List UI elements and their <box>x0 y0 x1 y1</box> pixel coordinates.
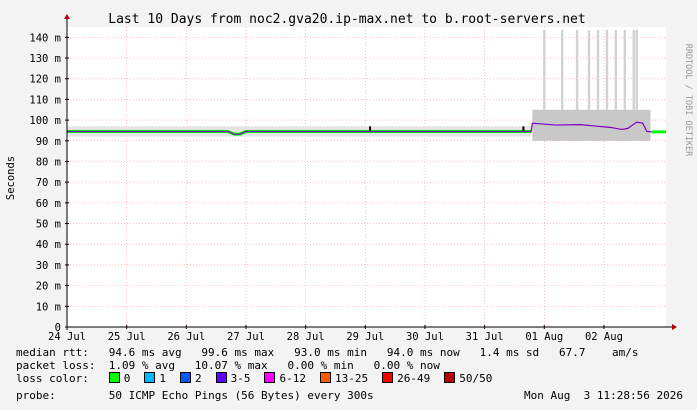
smoke-spike <box>560 30 564 110</box>
loss-color-item: 6-12 <box>264 372 306 385</box>
x-tick-label: 01 Aug <box>525 331 563 343</box>
x-tick-label: 02 Aug <box>585 331 623 343</box>
loss-color-label: loss color: <box>16 372 89 385</box>
chart-title: Last 10 Days from noc2.gva20.ip-max.net … <box>108 12 585 27</box>
loss-color-item-label: 0 <box>123 372 131 385</box>
x-tick-label: 29 Jul <box>346 331 384 343</box>
loss-color-item: 26-49 <box>382 372 430 385</box>
loss-color-item-label: 26-49 <box>397 372 431 385</box>
x-tick-label: 27 Jul <box>227 331 265 343</box>
loss-color-swatch <box>444 372 456 383</box>
loss-color-swatch <box>108 372 120 383</box>
loss-color-item: 2 <box>179 372 202 385</box>
y-tick-label: 50 m <box>36 219 61 231</box>
x-tick-label: 25 Jul <box>108 331 146 343</box>
loss-color-item-label: 13-25 <box>334 372 369 385</box>
probe-label: probe: <box>16 389 56 402</box>
loss-color-swatch <box>179 372 191 383</box>
loss-color-item-label: 1 <box>159 372 166 385</box>
y-tick-label: 10 m <box>36 301 61 313</box>
y-tick-label: 120 m <box>29 74 61 86</box>
y-tick-label: 90 m <box>36 136 61 148</box>
x-tick-label: 28 Jul <box>287 331 325 343</box>
y-tick-label: 60 m <box>36 198 61 210</box>
smoke-spike <box>587 30 591 110</box>
smoke-spike <box>575 30 579 110</box>
loss-mark <box>369 126 372 132</box>
loss-color-item: 3-5 <box>215 372 251 385</box>
loss-color-swatch <box>319 372 331 383</box>
rrdtool-watermark: RRDTOOL / TOBI OETIKER <box>683 44 693 157</box>
loss-color-item-label: 50/50 <box>459 372 493 385</box>
x-tick-label: 30 Jul <box>406 331 444 343</box>
y-axis-label: Seconds <box>5 156 17 200</box>
smoke-spike <box>623 30 627 110</box>
loss-color-item-label: 6-12 <box>279 372 306 385</box>
y-tick-label: 80 m <box>36 156 61 168</box>
y-tick-label: 140 m <box>29 32 61 44</box>
smoke-spike <box>543 30 546 110</box>
smoke-spike <box>632 30 635 110</box>
smoke-spike <box>635 30 638 110</box>
y-tick-label: 20 m <box>36 281 61 293</box>
loss-color-item-label: 2 <box>194 372 202 385</box>
y-tick-label: 100 m <box>29 115 61 127</box>
loss-color-swatch <box>264 372 276 383</box>
loss-color-item: 13-25 <box>319 372 369 385</box>
loss-mark <box>522 126 525 132</box>
loss-color-swatch <box>382 372 394 383</box>
x-tick-label: 31 Jul <box>466 331 504 343</box>
smoke-spike <box>596 30 600 110</box>
loss-color-legend: loss color: 0 1 2 3-5 6-12 13-25 26-49 50/50 <box>16 372 506 385</box>
loss-color-item: 50/50 <box>444 372 492 385</box>
graph-timestamp: Mon Aug 3 11:28:56 2026 <box>524 389 683 402</box>
probe-text: 50 ICMP Echo Pings (56 Bytes) every 300s <box>108 389 374 402</box>
x-tick-label: 24 Jul <box>48 331 86 343</box>
x-tick-label: 26 Jul <box>167 331 205 343</box>
smoke-spike <box>614 30 618 110</box>
loss-color-items: 0 1 2 3-5 6-12 13-25 26-49 50/50 <box>108 372 507 385</box>
probe-info: probe: 50 ICMP Echo Pings (56 Bytes) eve… <box>16 389 374 402</box>
y-tick-label: 40 m <box>36 239 61 251</box>
y-tick-label: 70 m <box>36 177 61 189</box>
loss-color-item-label: 3-5 <box>230 372 251 385</box>
loss-color-item: 1 <box>144 372 166 385</box>
loss-color-item: 0 <box>108 372 131 385</box>
loss-color-swatch <box>215 372 227 383</box>
y-tick-label: 130 m <box>29 53 61 65</box>
y-tick-label: 110 m <box>29 94 61 106</box>
loss-color-swatch <box>144 372 156 383</box>
packet-loss-stats: packet loss: 1.09 % avg 10.07 % max 0.00… <box>16 359 440 372</box>
smoke-spike <box>605 30 609 110</box>
y-tick-label: 30 m <box>36 260 61 272</box>
median-rtt-stats: median rtt: 94.6 ms avg 99.6 ms max 93.0… <box>16 346 639 359</box>
